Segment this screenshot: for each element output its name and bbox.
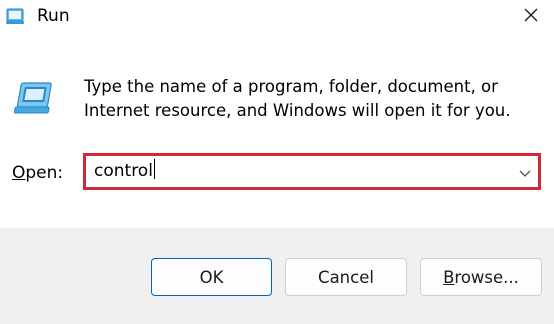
- description-text: Type the name of a program, folder, docu…: [84, 75, 544, 123]
- description-line: Type the name of a program, folder, docu…: [84, 77, 498, 96]
- open-combobox[interactable]: control: [83, 153, 541, 190]
- browse-button[interactable]: Browse...: [420, 258, 542, 296]
- chevron-down-icon[interactable]: [518, 165, 532, 179]
- title-bar: Run: [0, 0, 554, 36]
- open-input[interactable]: control: [94, 156, 494, 187]
- run-dialog: Run Type the name of a program, folder, …: [0, 0, 554, 324]
- window-title: Run: [37, 6, 70, 26]
- open-label-mnemonic: O: [12, 163, 26, 183]
- browse-mnemonic: B: [443, 267, 455, 287]
- close-button[interactable]: [508, 0, 554, 34]
- open-label-rest: pen:: [25, 163, 64, 183]
- ok-button[interactable]: OK: [151, 258, 272, 296]
- text-caret: [153, 159, 155, 179]
- open-input-value: control: [94, 161, 153, 181]
- run-icon: [5, 7, 25, 25]
- run-icon: [13, 80, 54, 116]
- dialog-content: Type the name of a program, folder, docu…: [0, 36, 554, 228]
- cancel-button[interactable]: Cancel: [285, 258, 407, 296]
- description-line: Internet resource, and Windows will open…: [84, 101, 511, 120]
- open-label: Open:: [12, 163, 63, 183]
- browse-label-rest: rowse...: [454, 267, 519, 287]
- close-icon: [523, 7, 539, 27]
- button-bar: OK Cancel Browse...: [0, 228, 554, 324]
